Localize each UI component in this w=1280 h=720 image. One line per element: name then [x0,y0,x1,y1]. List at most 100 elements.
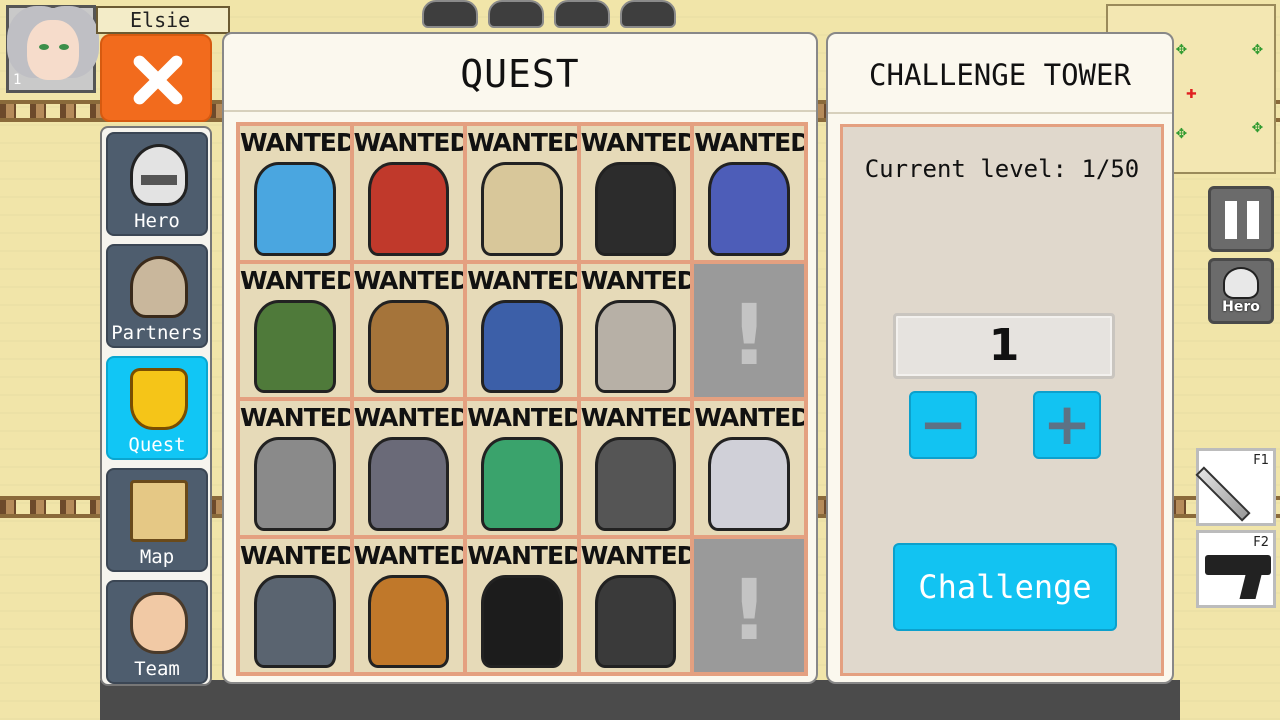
page-title: QUEST [460,52,580,96]
nav-item-partners[interactable]: Partners [106,244,208,348]
skill-slot-f1[interactable]: F1 [1195,448,1276,526]
monster-portrait-icon [254,574,336,668]
increment-button[interactable]: + [1033,391,1101,459]
wanted-poster[interactable]: WANTED [694,401,804,535]
divider [224,110,816,112]
wanted-poster[interactable]: WANTED [240,401,350,535]
knight-helmet-icon [1223,267,1259,299]
wanted-label: WANTED [240,128,350,157]
wanted-label: WANTED [353,128,464,157]
wanted-label: WANTED [694,128,804,157]
wanted-poster[interactable]: WANTED [467,538,577,672]
player-name: Elsie [96,6,230,34]
level-input[interactable]: 1 [893,313,1115,379]
wanted-label: WANTED [467,128,577,157]
wanted-poster[interactable]: WANTED [240,263,350,397]
wanted-poster[interactable]: WANTED [580,126,691,260]
wanted-poster[interactable]: WANTED [580,401,691,535]
monster-portrait-icon [594,299,677,393]
pause-button[interactable] [1208,186,1274,252]
monster-portrait-icon [594,162,677,256]
wanted-poster[interactable]: WANTED [240,538,350,672]
wanted-poster[interactable]: WANTED [580,263,691,397]
trophy-icon [130,368,188,430]
wanted-label: WANTED [353,540,464,570]
nav-item-label: Map [139,546,175,568]
side-nav: Hero Partners Quest Map Team [100,126,212,686]
monster-portrait-icon [367,162,450,256]
monster-portrait-icon [594,437,677,531]
wanted-poster[interactable]: WANTED [353,126,464,260]
nav-item-quest[interactable]: Quest [106,356,208,460]
monster-sprite [488,0,544,28]
monster-portrait-icon [481,162,563,256]
monster-portrait-icon [254,162,336,256]
wanted-label: WANTED [240,540,350,570]
wanted-label: WANTED [580,265,691,295]
wanted-poster-grid: WANTED WANTED WANTED WANTED WANTED WANTED WANT… [236,122,808,676]
wanted-poster[interactable]: WANTED [467,126,577,260]
monster-portrait-icon [594,574,677,668]
viking-helmet-icon [130,256,188,318]
knight-helmet-icon [130,144,188,206]
challenge-body: Current level: 1/50 1 − + Challenge [840,124,1164,676]
nav-item-label: Team [134,658,180,680]
tree-icon: ✥ [1176,122,1187,143]
monster-sprite [620,0,676,28]
tree-icon: ✥ [1252,38,1263,59]
monster-portrait-icon [367,299,450,393]
monster-portrait-icon [481,437,563,531]
tree-icon: ✥ [1252,116,1263,137]
wanted-poster[interactable]: WANTED [240,126,350,260]
bottom-strip [100,680,1180,720]
eye-icon [59,44,69,50]
wanted-label: WANTED [694,403,804,432]
nav-item-label: Partners [111,322,203,344]
locked-quest-slot[interactable]: ! [694,538,804,672]
challenge-tower-panel: CHALLENGE TOWER Current level: 1/50 1 − … [826,32,1174,684]
wanted-poster[interactable]: WANTED [580,538,691,672]
wanted-poster[interactable]: WANTED [353,263,464,397]
monster-sprite [554,0,610,28]
monster-portrait-icon [481,574,563,668]
wanted-poster[interactable]: WANTED [467,263,577,397]
quest-panel: QUEST WANTED WANTED WANTED WANTED WANTED WANT… [222,32,818,684]
wanted-label: WANTED [240,265,350,295]
decrement-button[interactable]: − [909,391,977,459]
wanted-poster[interactable]: WANTED [353,401,464,535]
hero-quick-label: Hero [1222,299,1260,315]
wanted-label: WANTED [580,403,691,432]
player-marker-icon: ✚ [1186,82,1197,103]
wanted-label: WANTED [353,403,464,432]
tree-icon: ✥ [1176,38,1187,59]
monster-portrait-icon [367,574,450,668]
nav-item-team[interactable]: Team [106,580,208,684]
map-scroll-icon [130,480,188,542]
skill-slot-f2[interactable]: F2 [1196,530,1276,608]
challenge-button[interactable]: Challenge [893,543,1117,631]
team-portrait-icon [130,592,188,654]
monster-portrait-icon [254,437,336,531]
player-portrait[interactable]: 1 [6,5,96,93]
wanted-poster[interactable]: WANTED [467,401,577,535]
wanted-label: WANTED [580,128,691,157]
monster-portrait-icon [708,162,790,256]
top-monster-row [422,0,682,28]
exclamation-icon: ! [730,285,769,384]
wanted-label: WANTED [240,403,350,432]
monster-portrait-icon [708,437,790,531]
wanted-label: WANTED [580,540,691,570]
wanted-label: WANTED [467,265,577,295]
sword-icon [1195,466,1251,522]
wanted-poster[interactable]: WANTED [694,126,804,260]
pistol-icon [1205,555,1271,575]
nav-item-map[interactable]: Map [106,468,208,572]
locked-quest-slot[interactable]: ! [694,263,804,397]
close-button[interactable] [100,34,212,122]
wanted-label: WANTED [467,403,577,432]
hero-quick-button[interactable]: Hero [1208,258,1274,324]
wanted-poster[interactable]: WANTED [353,538,464,672]
nav-item-hero[interactable]: Hero [106,132,208,236]
hotkey-label: F1 [1253,453,1269,468]
challenge-title: CHALLENGE TOWER [869,58,1131,92]
